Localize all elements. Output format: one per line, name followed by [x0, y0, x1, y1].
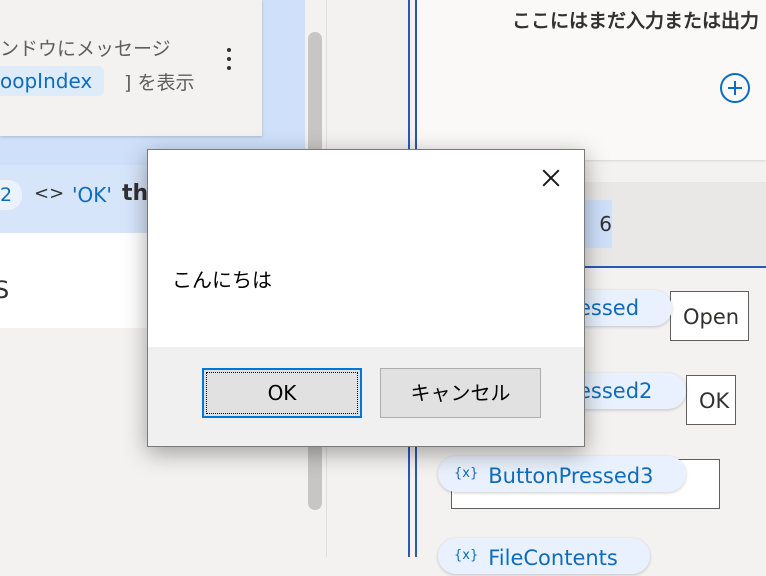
message-box-dialog: こんにちは OK キャンセル: [147, 149, 585, 447]
workflow-step-label: S: [0, 276, 10, 304]
cancel-button[interactable]: キャンセル: [380, 368, 541, 418]
variable-chip-filecontents[interactable]: {x} FileContents: [438, 538, 650, 574]
variable-name: FileContents: [488, 546, 618, 570]
variable-value-box: Open: [670, 291, 749, 341]
condition-keyword: th: [122, 181, 149, 206]
close-icon[interactable]: [536, 163, 566, 193]
dialog-message: こんにちは: [172, 268, 272, 292]
variable-icon: {x}: [454, 466, 479, 481]
variable-icon: {x}: [454, 548, 479, 563]
variable-name: ButtonPressed3: [488, 464, 654, 488]
loop-index-variable-token: oopIndex: [0, 66, 105, 96]
add-input-output-button[interactable]: [720, 73, 750, 103]
variable-name: essed: [578, 296, 640, 320]
condition-value: 'OK': [72, 183, 112, 207]
action-card-description-line1: ンドウにメッセージ: [0, 38, 171, 60]
condition-operator: <>: [34, 183, 65, 204]
variable-chip-buttonpressed3[interactable]: {x} ButtonPressed3: [438, 456, 686, 492]
more-vertical-icon[interactable]: [212, 42, 246, 76]
action-card-description-line2: ] を表示: [124, 72, 195, 94]
variable-name: essed2: [578, 379, 653, 403]
ok-button[interactable]: OK: [202, 368, 362, 418]
variable-value-box: OK: [686, 375, 736, 425]
io-empty-message: ここにはまだ入力または出力: [512, 10, 760, 32]
